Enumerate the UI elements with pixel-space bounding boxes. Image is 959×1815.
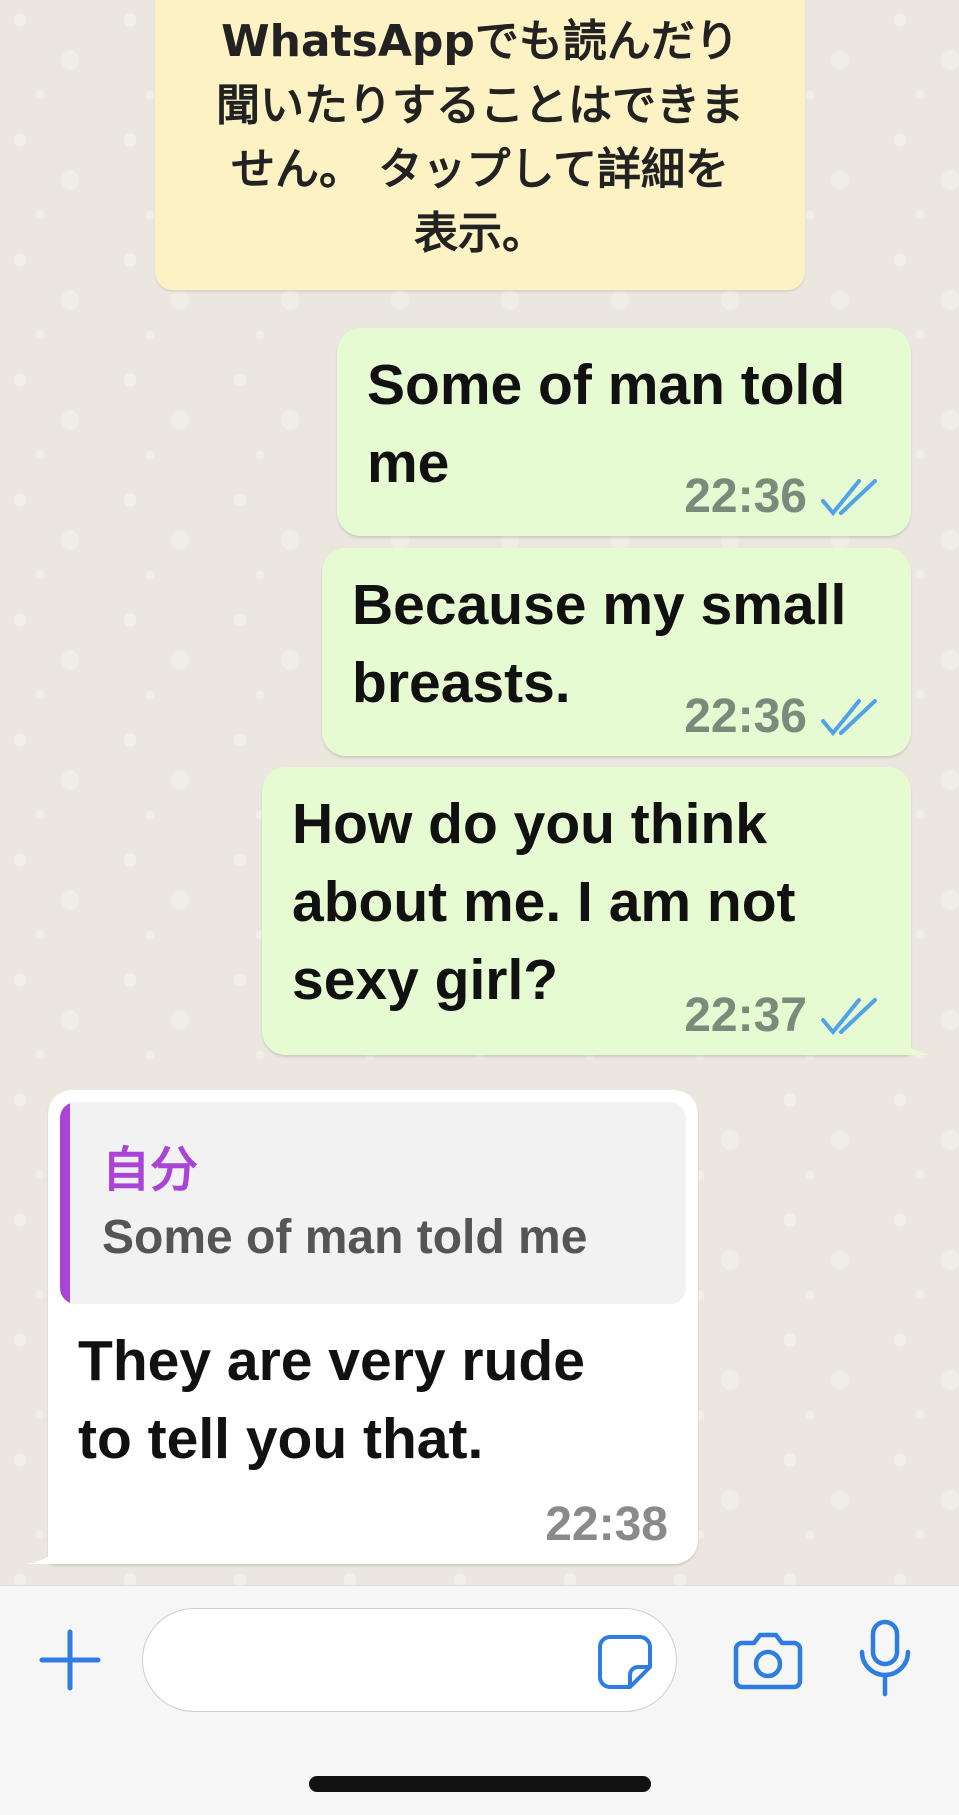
quoted-message[interactable]: 自分 Some of man told me	[60, 1102, 686, 1304]
read-ticks-icon	[821, 997, 877, 1035]
quote-author: 自分	[102, 1142, 199, 1198]
notice-line: 聞いたりすることはできま	[216, 80, 744, 131]
voice-message-button[interactable]	[850, 1616, 920, 1700]
message-line: about me. I am not	[292, 870, 796, 934]
message-time: 22:36	[684, 470, 807, 523]
message-time: 22:36	[684, 690, 807, 743]
quote-text: Some of man told me	[102, 1211, 588, 1264]
message-text-field[interactable]	[173, 1629, 593, 1693]
quote-accent-bar	[60, 1102, 70, 1304]
message-line: Because my small	[352, 573, 847, 637]
sticker-button[interactable]	[596, 1633, 654, 1691]
notice-line: 表示。	[414, 208, 546, 259]
message-line: Some of man told	[367, 353, 846, 417]
message-bubble-incoming[interactable]: 自分 Some of man told me They are very rud…	[26, 1090, 698, 1564]
message-bubble-outgoing[interactable]: How do you think about me. I am not sexy…	[262, 767, 933, 1055]
notice-line: せん。 タップして詳細を	[231, 144, 729, 195]
plus-icon	[39, 1629, 101, 1691]
message-line: How do you think	[292, 792, 767, 856]
read-ticks-icon	[821, 698, 877, 736]
microphone-icon	[859, 1619, 911, 1697]
message-bubble-outgoing[interactable]: Because my small breasts. 22:36	[322, 548, 911, 756]
message-bubble-outgoing[interactable]: Some of man told me 22:36	[337, 328, 911, 536]
message-meta: 22:37	[684, 988, 881, 1043]
add-attachment-button[interactable]	[34, 1624, 106, 1696]
camera-button[interactable]	[730, 1624, 806, 1696]
home-indicator	[309, 1776, 651, 1792]
message-meta: 22:38	[545, 1497, 668, 1552]
read-ticks-icon	[821, 478, 877, 516]
bubble-tail-icon	[26, 1530, 66, 1564]
camera-icon	[733, 1632, 803, 1690]
message-meta: 22:36	[684, 689, 881, 744]
encryption-notice[interactable]: WhatsAppでも読んだり 聞いたりすることはできま せん。 タップして詳細を…	[155, 0, 805, 290]
notice-line: WhatsAppでも読んだり	[221, 16, 739, 67]
message-meta: 22:36	[684, 469, 881, 524]
message-text: How do you think about me. I am not sexy…	[292, 785, 796, 1019]
message-composer	[0, 1585, 959, 1815]
sticker-icon	[598, 1635, 652, 1689]
message-text: They are very rude to tell you that.	[78, 1322, 585, 1478]
message-input[interactable]	[142, 1608, 677, 1712]
message-line: They are very rude	[78, 1329, 585, 1393]
message-time: 22:38	[545, 1498, 668, 1551]
message-time: 22:37	[684, 989, 807, 1042]
chat-area[interactable]: WhatsAppでも読んだり 聞いたりすることはできま せん。 タップして詳細を…	[0, 0, 959, 1585]
bubble-tail-icon	[893, 1021, 933, 1055]
message-line: to tell you that.	[78, 1407, 484, 1471]
